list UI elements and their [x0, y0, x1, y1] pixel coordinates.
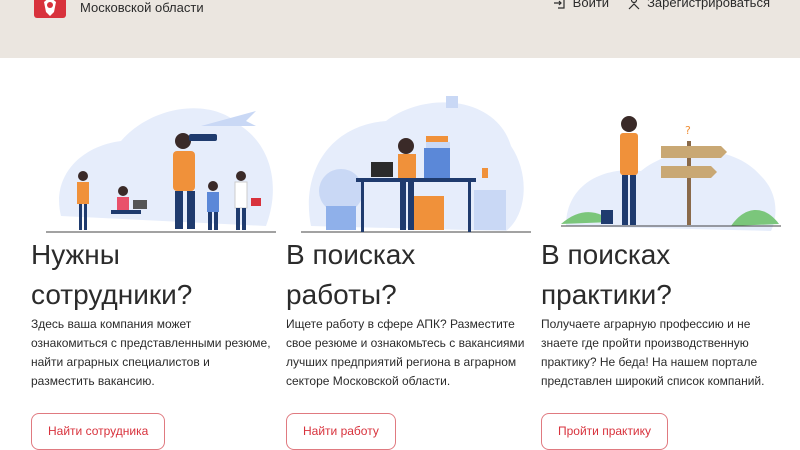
card-description: Здесь ваша компания может ознакомиться с… — [31, 317, 271, 388]
site-header: Московской области Войти Зарегистрироват… — [0, 0, 800, 58]
login-icon — [553, 0, 565, 9]
crossroads-illustration: ? — [561, 116, 781, 231]
login-label: Войти — [572, 0, 610, 10]
card-title-line2: практики? — [541, 279, 672, 310]
user-icon — [628, 0, 640, 9]
card-title-line1: Нужны — [31, 239, 120, 270]
coat-of-arms-icon[interactable] — [32, 0, 68, 20]
card-title: В поисках практики? — [541, 235, 791, 315]
card-title-line2: работы? — [286, 279, 397, 310]
login-link[interactable]: Войти — [553, 0, 609, 10]
card-title-line1: В поисках — [541, 239, 671, 270]
card-description: Получаете аграрную профессию и не знаете… — [541, 317, 765, 388]
card-title: Нужны сотрудники? — [31, 235, 281, 315]
find-job-button[interactable]: Найти работу — [286, 413, 396, 450]
card-description: Ищете работу в сфере АПК? Разместите сво… — [286, 317, 525, 388]
team-illustration — [46, 108, 276, 233]
card-title-line2: сотрудники? — [31, 279, 193, 310]
card-title-line1: В поисках — [286, 239, 416, 270]
register-label: Зарегистрироваться — [647, 0, 770, 10]
auth-links: Войти Зарегистрироваться — [553, 0, 770, 10]
svg-text:?: ? — [685, 124, 691, 137]
find-internship-button[interactable]: Пройти практику — [541, 413, 669, 450]
card-title: В поисках работы? — [286, 235, 536, 315]
office-illustration — [301, 96, 531, 233]
find-employee-button[interactable]: Найти сотрудника — [31, 413, 166, 450]
org-name: Московской области — [80, 0, 204, 15]
register-link[interactable]: Зарегистрироваться — [627, 0, 770, 10]
